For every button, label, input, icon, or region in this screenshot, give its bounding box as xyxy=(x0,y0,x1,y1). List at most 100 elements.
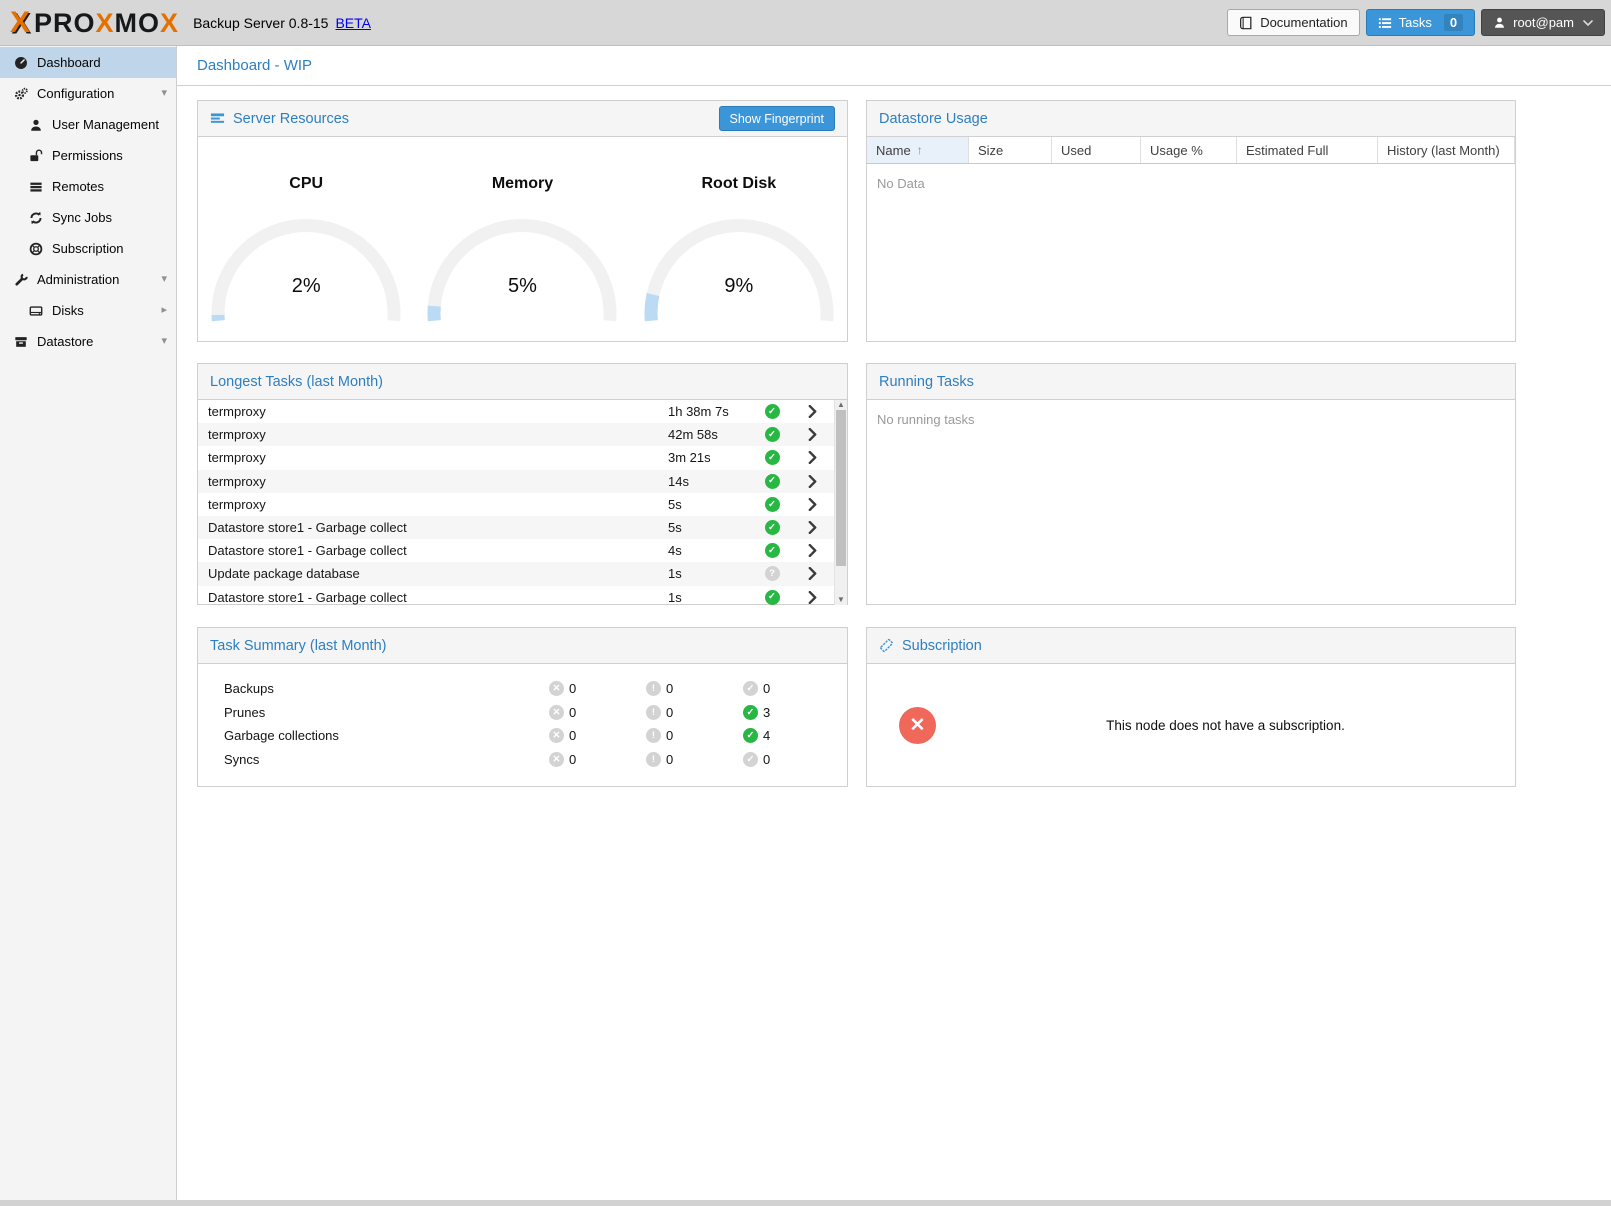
chevron-right-icon[interactable] xyxy=(790,591,834,604)
column-header-estimated-full[interactable]: Estimated Full xyxy=(1237,137,1378,163)
summary-label: Prunes xyxy=(224,705,549,720)
error-icon: ✕ xyxy=(549,705,564,720)
support-icon xyxy=(27,241,44,257)
panel-title: Longest Tasks (last Month) xyxy=(210,374,383,390)
sort-ascending-icon: ↑ xyxy=(917,143,923,157)
chevron-right-icon[interactable] xyxy=(790,498,834,511)
sidebar-item-sync-jobs[interactable]: Sync Jobs xyxy=(0,202,176,233)
scroll-up-arrow[interactable]: ▲ xyxy=(835,400,847,410)
task-row[interactable]: termproxy1h 38m 7s✓ xyxy=(198,400,834,423)
empty-state-text: No running tasks xyxy=(867,400,1515,439)
summary-row: Backups✕0!0✓0 xyxy=(198,677,847,701)
summary-error-count: ✕0 xyxy=(549,705,646,720)
chevron-right-icon[interactable] xyxy=(790,451,834,464)
ticket-icon xyxy=(879,638,894,653)
gauge-memory: Memory 5% xyxy=(414,175,630,342)
sidebar-item-disks[interactable]: Disks▸ xyxy=(0,295,176,326)
documentation-button[interactable]: Documentation xyxy=(1227,9,1359,36)
scroll-down-arrow[interactable]: ▼ xyxy=(835,595,847,605)
task-row[interactable]: Datastore store1 - Garbage collect5s✓ xyxy=(198,516,834,539)
sidebar-item-datastore[interactable]: Datastore ▾ xyxy=(0,326,176,357)
column-header-name[interactable]: Name↑ xyxy=(867,137,969,163)
task-duration: 1s xyxy=(668,590,754,605)
column-header-size[interactable]: Size xyxy=(969,137,1052,163)
tasks-button[interactable]: Tasks 0 xyxy=(1366,9,1475,36)
task-name: Update package database xyxy=(208,566,668,581)
gauge-value: 2% xyxy=(206,275,406,298)
task-row[interactable]: Update package database1s? xyxy=(198,562,834,585)
summary-ok-count: ✓0 xyxy=(743,681,847,696)
chevron-right-icon[interactable] xyxy=(790,521,834,534)
sidebar-item-label: Dashboard xyxy=(37,55,101,70)
sidebar-item-configuration[interactable]: Configuration ▾ xyxy=(0,78,176,109)
chevron-right-icon[interactable] xyxy=(790,405,834,418)
summary-warning-count: !0 xyxy=(646,728,743,743)
proxmox-x-icon: X xyxy=(10,8,31,38)
running-tasks-panel: Running Tasks No running tasks xyxy=(866,363,1516,605)
app-subtitle: Backup Server 0.8-15 xyxy=(193,15,328,31)
task-row[interactable]: Datastore store1 - Garbage collect1s✓ xyxy=(198,586,834,606)
scrollbar-thumb[interactable] xyxy=(836,410,846,566)
summary-row: Garbage collections✕0!0✓4 xyxy=(198,724,847,748)
status-ok-icon: ✓ xyxy=(754,450,790,465)
gears-icon xyxy=(12,86,29,102)
chevron-right-icon[interactable]: ▸ xyxy=(161,305,167,316)
check-icon: ✓ xyxy=(743,681,758,696)
summary-error-count: ✕0 xyxy=(549,752,646,767)
count-value: 0 xyxy=(666,752,673,767)
check-icon: ✓ xyxy=(743,728,758,743)
brand-segment: PRO xyxy=(34,10,96,37)
empty-state-text: No Data xyxy=(867,164,1515,203)
show-fingerprint-button[interactable]: Show Fingerprint xyxy=(719,106,836,131)
task-row[interactable]: Datastore store1 - Garbage collect4s✓ xyxy=(198,539,834,562)
summary-row: Prunes✕0!0✓3 xyxy=(198,701,847,725)
chevron-right-icon[interactable] xyxy=(790,567,834,580)
status-ok-icon: ✓ xyxy=(754,543,790,558)
sidebar-item-remotes[interactable]: Remotes xyxy=(0,171,176,202)
server-icon xyxy=(210,111,225,126)
chevron-right-icon[interactable] xyxy=(790,475,834,488)
documentation-label: Documentation xyxy=(1260,15,1347,30)
task-row[interactable]: termproxy3m 21s✓ xyxy=(198,446,834,469)
column-header-history-last-month[interactable]: History (last Month) xyxy=(1378,137,1515,163)
column-header-used[interactable]: Used xyxy=(1052,137,1141,163)
server-resources-header: Server Resources Show Fingerprint xyxy=(198,101,847,137)
sidebar-item-label: Configuration xyxy=(37,86,114,101)
task-duration: 3m 21s xyxy=(668,450,754,465)
page-title-bar: Dashboard - WIP xyxy=(177,46,1611,86)
status-ok-icon: ✓ xyxy=(754,427,790,442)
task-row[interactable]: termproxy5s✓ xyxy=(198,493,834,516)
task-duration: 42m 58s xyxy=(668,427,754,442)
task-duration: 14s xyxy=(668,474,754,489)
brand-segment: X xyxy=(96,10,115,37)
topbar-actions: Documentation Tasks 0 root@pam xyxy=(1227,9,1605,36)
sidebar-item-administration[interactable]: Administration▾ xyxy=(0,264,176,295)
chevron-right-icon[interactable] xyxy=(790,544,834,557)
task-name: termproxy xyxy=(208,404,668,419)
chevron-down-icon[interactable]: ▾ xyxy=(161,88,167,99)
task-row[interactable]: termproxy14s✓ xyxy=(198,470,834,493)
status-ok-icon: ✓ xyxy=(754,404,790,419)
summary-error-count: ✕0 xyxy=(549,728,646,743)
warning-icon: ! xyxy=(646,752,661,767)
summary-ok-count: ✓4 xyxy=(743,728,847,743)
user-icon xyxy=(1493,16,1506,29)
scrollbar[interactable]: ▲ ▼ xyxy=(834,400,847,605)
user-menu-button[interactable]: root@pam xyxy=(1481,9,1605,36)
beta-link[interactable]: BETA xyxy=(335,15,371,31)
sidebar-item-dashboard[interactable]: Dashboard xyxy=(0,47,176,78)
sidebar-item-user-management[interactable]: User Management xyxy=(0,109,176,140)
sidebar-item-permissions[interactable]: Permissions xyxy=(0,140,176,171)
warning-icon: ! xyxy=(646,705,661,720)
chevron-right-icon[interactable] xyxy=(790,428,834,441)
sidebar-item-subscription[interactable]: Subscription xyxy=(0,233,176,264)
task-summary-header: Task Summary (last Month) xyxy=(198,628,847,664)
task-duration: 4s xyxy=(668,543,754,558)
column-header-usage[interactable]: Usage % xyxy=(1141,137,1237,163)
chevron-down-icon[interactable]: ▾ xyxy=(161,336,167,347)
wrench-icon xyxy=(12,272,29,288)
sidebar-item-label: Datastore xyxy=(37,334,93,349)
chevron-down-icon[interactable]: ▾ xyxy=(161,274,167,285)
task-row[interactable]: termproxy42m 58s✓ xyxy=(198,423,834,446)
summary-warning-count: !0 xyxy=(646,705,743,720)
